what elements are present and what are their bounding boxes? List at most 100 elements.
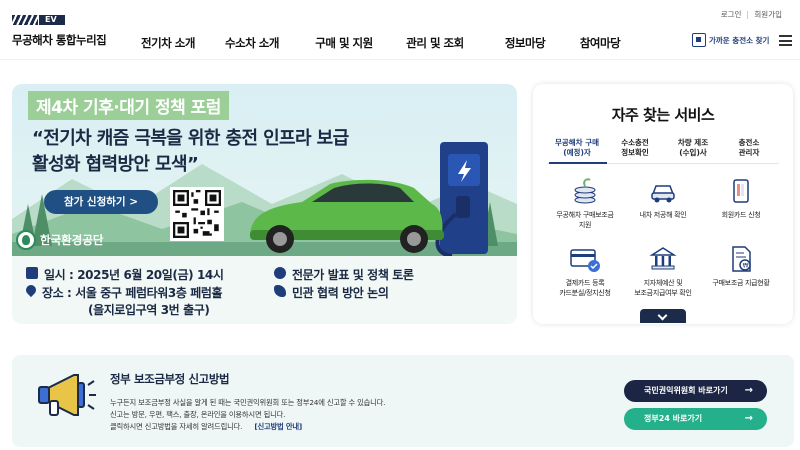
arrow-right-icon: → xyxy=(744,413,753,424)
report-guide-link[interactable]: [신고방법 안내] xyxy=(254,422,302,431)
tab-manufacturer-line2: (수입)사 xyxy=(679,148,707,157)
service-payment-card-label-line1: 결제카드 등록 xyxy=(565,279,605,287)
tab-station-admin-line1: 충전소 xyxy=(738,138,760,147)
service-low-emission-label: 내차 저공해 확인 xyxy=(621,210,705,220)
service-member-card-label: 회원카드 신청 xyxy=(699,210,783,220)
site-logo[interactable]: EV 무공해차 통합누리집 xyxy=(12,14,122,48)
service-payment-card[interactable]: 결제카드 등록 카드분실/정지신청 xyxy=(543,244,627,298)
tab-station-admin-line2: 관리자 xyxy=(738,148,760,157)
forum-tag: 제4차 기후·대기 정책 포럼 xyxy=(28,91,229,120)
nav-ev-intro[interactable]: 전기차 소개 xyxy=(130,35,206,51)
banner-title-line1: “전기차 캐즘 극복을 위한 충전 인프라 보급 xyxy=(32,128,349,149)
report-desc-line3: 클릭하시면 신고방법을 자세히 알려드립니다. [신고방법 안내] xyxy=(110,421,385,433)
service-subsidy[interactable]: 무공해차 구매보조금 지원 xyxy=(543,176,627,230)
service-member-card[interactable]: 회원카드 신청 xyxy=(699,176,783,220)
service-local-budget-label-line1: 지자체예산 및 xyxy=(643,279,683,287)
charger-icon xyxy=(692,33,706,47)
service-local-budget-label: 지자체예산 및 보조금지급여부 확인 xyxy=(621,278,705,298)
report-desc-line1: 누구든지 보조금부정 사실을 알게 된 때는 국민권익위원회 또는 정부24에 … xyxy=(110,398,386,407)
event-topic-1: 전문가 발표 및 정책 토론 xyxy=(274,266,414,283)
qr-code-icon xyxy=(170,187,224,241)
payment-document-icon: ₩ xyxy=(732,246,751,272)
nav-info[interactable]: 정보마당 xyxy=(480,35,570,51)
event-date: 일시 : 2025년 6월 20일(금) 14시 xyxy=(26,266,224,283)
service-subsidy-status-label: 구매보조금 지급현황 xyxy=(699,278,783,288)
nav-manage-lookup[interactable]: 관리 및 조회 xyxy=(390,35,480,51)
event-place-line2: (을지로입구역 3번 출구) xyxy=(88,303,210,317)
tab-manufacturer-line1: 차량 제조 xyxy=(677,138,709,147)
event-place: 장소 : 서울 중구 페럼타워3층 페럼홀 (을지로입구역 3번 출구) xyxy=(23,282,223,318)
coins-icon xyxy=(574,178,596,204)
service-local-budget-label-line2: 보조금지급여부 확인 xyxy=(634,289,692,297)
banner-title-line2: 활성화 협력방안 모색” xyxy=(32,154,199,175)
acrc-link-label: 국민권익위원회 바로가기 xyxy=(644,386,728,395)
logo-stripes xyxy=(12,15,38,25)
service-low-emission-check[interactable]: 내차 저공해 확인 xyxy=(621,176,705,220)
calendar-icon xyxy=(26,267,38,279)
tab-hydrogen-info-line2: 정보확인 xyxy=(621,148,649,157)
org-logo: 한국환경공단 xyxy=(16,230,103,250)
service-subsidy-status-label-line1: 구매보조금 지급현황 xyxy=(712,279,770,287)
org-name: 한국환경공단 xyxy=(40,233,104,247)
tab-ev-buyer-line1: 무공해차 구매 xyxy=(554,138,599,147)
event-topic-1-text: 전문가 발표 및 정책 토론 xyxy=(292,268,414,282)
service-subsidy-status[interactable]: ₩ 구매보조금 지급현황 xyxy=(699,244,783,288)
util-separator xyxy=(747,10,749,19)
nearby-charger-label: 가까운 충전소 찾기 xyxy=(709,35,770,45)
login-link[interactable]: 로그인 xyxy=(721,9,742,20)
forum-banner[interactable]: 제4차 기후·대기 정책 포럼 “전기차 캐즘 극복을 위한 충전 인프라 보급… xyxy=(12,84,517,324)
header: EV 무공해차 통합누리집 로그인 회원가입 전기차 소개 수소차 소개 구매 … xyxy=(0,0,800,60)
menu-icon[interactable] xyxy=(779,35,792,46)
gov24-link-label: 정부24 바로가기 xyxy=(644,414,703,423)
subsidy-fraud-report-section: 정부 보조금부정 신고방법 누구든지 보조금부정 사실을 알게 된 때는 국민권… xyxy=(12,355,794,447)
event-info: 일시 : 2025년 6월 20일(금) 14시 장소 : 서울 중구 페럼타워… xyxy=(12,256,517,324)
main-nav: 전기차 소개 수소차 소개 구매 및 지원 관리 및 조회 정보마당 참여마당 xyxy=(130,35,630,51)
car-icon xyxy=(651,185,675,203)
tab-station-admin[interactable]: 충전소 관리자 xyxy=(719,138,779,158)
tab-manufacturer[interactable]: 차량 제조 (수입)사 xyxy=(663,138,723,158)
expand-services-button[interactable] xyxy=(640,309,686,323)
credit-card-icon xyxy=(570,249,600,272)
presentation-icon xyxy=(274,267,286,279)
service-subsidy-label-line1: 무공해차 구매보조금 xyxy=(556,211,614,219)
banner-title: “전기차 캐즘 극복을 위한 충전 인프라 보급 활성화 협력방안 모색” xyxy=(32,126,432,178)
logo-ev-badge: EV xyxy=(39,15,65,25)
service-subsidy-label-line2: 지원 xyxy=(578,221,592,229)
nav-hydrogen-intro[interactable]: 수소차 소개 xyxy=(206,35,298,51)
service-member-card-label-line1: 회원카드 신청 xyxy=(721,211,761,219)
frequent-services-panel: 자주 찾는 서비스 무공해차 구매 (예정)자 수소충전 정보확인 차량 제조 … xyxy=(533,84,793,324)
event-place-line1: 장소 : 서울 중구 페럼타워3층 페럼홀 xyxy=(42,286,223,300)
svg-text:₩: ₩ xyxy=(743,263,749,270)
service-local-budget[interactable]: 지자체예산 및 보조금지급여부 확인 xyxy=(621,244,705,298)
location-pin-icon xyxy=(23,282,39,298)
nearby-charger-button[interactable]: 가까운 충전소 찾기 xyxy=(692,33,769,47)
org-emblem-icon xyxy=(16,230,36,250)
event-place-text: 장소 : 서울 중구 페럼타워3층 페럼홀 (을지로입구역 3번 출구) xyxy=(42,284,223,318)
services-title: 자주 찾는 서비스 xyxy=(611,106,715,124)
acrc-link-button[interactable]: 국민권익위원회 바로가기 → xyxy=(624,380,767,402)
service-subsidy-label: 무공해차 구매보조금 지원 xyxy=(543,210,627,230)
service-low-emission-label-line1: 내차 저공해 확인 xyxy=(639,211,687,219)
service-payment-card-label: 결제카드 등록 카드분실/정지신청 xyxy=(543,278,627,298)
tab-hydrogen-info-line1: 수소충전 xyxy=(621,138,649,147)
handshake-icon xyxy=(274,285,286,297)
report-desc-line2: 신고는 방문, 우편, 팩스, 출장, 온라인을 이용하시면 됩니다. xyxy=(110,410,286,419)
member-card-icon xyxy=(733,179,749,203)
event-topic-2-text: 민관 협력 방안 논의 xyxy=(292,286,389,300)
utility-links: 로그인 회원가입 xyxy=(721,9,782,20)
report-description: 누구든지 보조금부정 사실을 알게 된 때는 국민권익위원회 또는 정부24에 … xyxy=(110,397,386,433)
nav-participation[interactable]: 참여마당 xyxy=(570,35,630,51)
nav-purchase-support[interactable]: 구매 및 지원 xyxy=(298,35,390,51)
gov24-link-button[interactable]: 정부24 바로가기 → xyxy=(624,408,767,430)
active-tab-indicator xyxy=(549,162,607,164)
report-title: 정부 보조금부정 신고방법 xyxy=(110,372,230,386)
service-payment-card-label-line2: 카드분실/정지신청 xyxy=(559,289,611,297)
government-building-icon xyxy=(649,247,677,270)
tab-ev-buyer-line2: (예정)자 xyxy=(563,148,591,157)
megaphone-icon xyxy=(38,374,96,416)
apply-button[interactable]: 참가 신청하기 > xyxy=(44,190,158,214)
tab-hydrogen-info[interactable]: 수소충전 정보확인 xyxy=(605,138,665,158)
tab-ev-buyer[interactable]: 무공해차 구매 (예정)자 xyxy=(547,138,607,158)
signup-link[interactable]: 회원가입 xyxy=(754,9,782,20)
arrow-right-icon: → xyxy=(744,385,753,396)
